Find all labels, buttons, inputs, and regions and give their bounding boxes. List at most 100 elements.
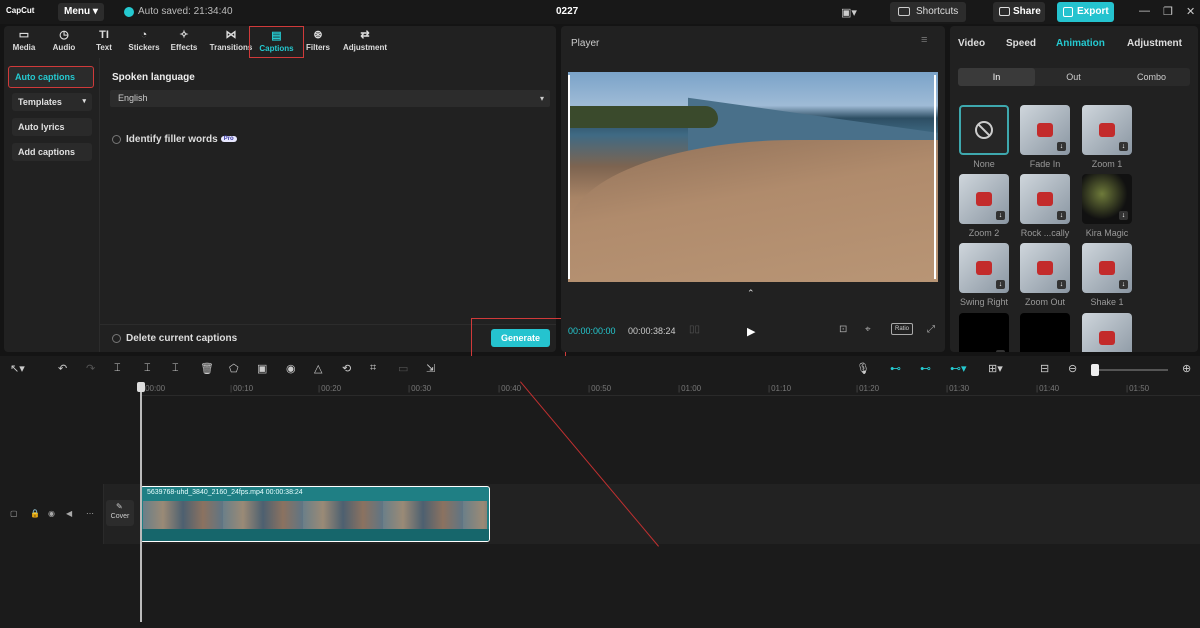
delete-captions-option[interactable]: Delete current captions — [112, 333, 237, 344]
chevron-down-icon: ▾ — [82, 98, 86, 105]
rotate-icon[interactable]: ⟲ — [342, 362, 351, 375]
playhead[interactable] — [137, 382, 145, 622]
auto-reframe-icon[interactable]: ⇲ — [426, 362, 435, 375]
export-icon — [1063, 7, 1073, 17]
delete-captions-checkbox[interactable] — [112, 334, 121, 343]
microphone-icon[interactable]: 🎙 — [856, 362, 870, 375]
linkage-icon[interactable]: ⊷▾ — [950, 362, 967, 375]
animation-item[interactable]: ↓ — [959, 313, 1009, 352]
collapse-icon[interactable]: ⌃ — [747, 288, 755, 299]
zoom-in-icon[interactable]: ⊕ — [1182, 362, 1191, 375]
tab-video[interactable]: Video — [958, 38, 985, 49]
tool-adjustment[interactable]: ⇄ Adjustment — [340, 29, 390, 52]
media-icon: ▭ — [18, 29, 30, 41]
effects-icon: ✧ — [179, 29, 189, 41]
split-right-icon[interactable]: ⌶ — [172, 362, 179, 375]
segment-in[interactable]: In — [958, 68, 1035, 86]
crop-handle-left[interactable] — [568, 75, 571, 279]
tool-text[interactable]: TI Text — [84, 29, 124, 52]
select-tool-icon[interactable]: ↖▾ — [10, 362, 25, 375]
undo-icon[interactable]: ↶ — [58, 362, 67, 375]
fullscreen-preview-icon[interactable]: ⊡ — [839, 324, 847, 335]
animation-shake-1[interactable]: ↓ Shake 1 — [1082, 243, 1132, 307]
timecode-grid-icon: ▯▯ — [689, 324, 701, 335]
minimize-icon[interactable]: — — [1139, 5, 1150, 17]
video-preview[interactable] — [568, 72, 938, 282]
captions-track-icon[interactable]: ⊟ — [1040, 362, 1049, 375]
subnav-auto-lyrics[interactable]: Auto lyrics — [12, 118, 92, 136]
title-bar: CapCut Menu ▾ Auto saved: 21:34:40 0227 … — [0, 0, 1200, 24]
cover-button[interactable]: Cover — [106, 500, 134, 526]
animation-type-switch: In Out Combo — [958, 68, 1190, 86]
main-track-magnet-icon[interactable]: ⊷ — [890, 362, 901, 375]
expand-icon[interactable]: ⤢ — [927, 324, 935, 335]
zoom-out-icon[interactable]: ⊖ — [1068, 362, 1077, 375]
menu-button[interactable]: Menu ▾ — [58, 3, 104, 21]
freeze-icon[interactable]: ▣ — [257, 362, 267, 375]
video-clip[interactable]: 5639768-uhd_3840_2160_24fps.mp4 00:00:38… — [140, 486, 490, 542]
ratio-button[interactable]: Ratio — [891, 323, 913, 335]
mirror-icon[interactable]: △ — [314, 362, 322, 375]
animation-zoom-out[interactable]: ↓ Zoom Out — [1020, 243, 1070, 307]
tool-filters[interactable]: ⊛ Filters — [298, 29, 338, 52]
tab-animation[interactable]: Animation — [1056, 38, 1105, 49]
download-icon: ↓ — [1119, 211, 1128, 220]
animation-zoom-2[interactable]: ↓ Zoom 2 — [959, 174, 1009, 238]
maximize-icon[interactable]: ❐ — [1163, 5, 1173, 18]
lock-icon[interactable]: 🔒 — [30, 509, 40, 518]
crop-icon[interactable]: ⌗ — [370, 362, 376, 375]
split-left-icon[interactable]: ⌶ — [144, 362, 151, 375]
animation-rock[interactable]: ↓ Rock ...cally — [1020, 174, 1070, 238]
play-icon[interactable]: ▶ — [747, 325, 755, 338]
animation-item[interactable] — [1082, 313, 1132, 352]
reverse-icon[interactable]: ◉ — [286, 362, 296, 375]
filler-words-checkbox[interactable] — [112, 135, 121, 144]
player-menu-icon[interactable]: ≡ — [921, 34, 927, 46]
tool-transitions[interactable]: ⋈ Transitions — [208, 29, 254, 52]
subnav-add-captions[interactable]: Add captions — [12, 143, 92, 161]
tool-effects[interactable]: ✧ Effects — [164, 29, 204, 52]
delete-icon[interactable]: 🗑 — [200, 362, 214, 375]
tab-speed[interactable]: Speed — [1006, 38, 1036, 49]
crop-handle-right[interactable] — [934, 75, 937, 279]
animation-fade-in[interactable]: ↓ Fade In — [1020, 105, 1070, 169]
close-icon[interactable]: ✕ — [1186, 5, 1195, 18]
time-ruler[interactable]: 00:00 00:10 00:20 00:30 00:40 00:50 01:0… — [140, 380, 1200, 396]
export-button[interactable]: Export — [1057, 2, 1114, 22]
volume-icon[interactable]: ◀ — [66, 509, 72, 518]
share-button[interactable]: Share — [993, 2, 1045, 22]
eye-icon[interactable]: ◉ — [48, 509, 55, 518]
subnav-auto-captions[interactable]: Auto captions — [8, 66, 94, 88]
project-title[interactable]: 0227 — [556, 6, 578, 17]
tool-audio[interactable]: ◷ Audio — [44, 29, 84, 52]
captions-panel: ▭ Media ◷ Audio TI Text ◔ Stickers ✧ Effects … — [4, 26, 556, 352]
redo-icon[interactable]: ↷ — [86, 362, 95, 375]
marker-icon[interactable]: ⬠ — [229, 362, 239, 375]
animation-swing-right[interactable]: ↓ Swing Right — [959, 243, 1009, 307]
animation-item[interactable] — [1020, 313, 1070, 352]
tool-stickers[interactable]: ◔ Stickers — [124, 29, 164, 52]
layout-icon[interactable]: ▣▾ — [841, 6, 857, 19]
tool-captions[interactable]: ▤ Captions — [249, 26, 304, 58]
auto-snap-icon[interactable]: ⊷ — [920, 362, 931, 375]
mask-icon[interactable]: ▭ — [398, 362, 408, 375]
animation-zoom-1[interactable]: ↓ Zoom 1 — [1082, 105, 1132, 169]
media-toolbar: ▭ Media ◷ Audio TI Text ◔ Stickers ✧ Effects … — [4, 26, 556, 58]
segment-combo[interactable]: Combo — [1113, 68, 1190, 86]
focus-icon[interactable]: ⌖ — [865, 324, 871, 335]
subnav-templates[interactable]: Templates ▾ — [12, 93, 92, 111]
segment-out[interactable]: Out — [1035, 68, 1112, 86]
shortcuts-button[interactable]: Shortcuts — [890, 2, 966, 22]
filler-words-option[interactable]: Identify filler words Pro — [112, 134, 237, 145]
animation-none[interactable]: None — [959, 105, 1009, 169]
tool-media[interactable]: ▭ Media — [4, 29, 44, 52]
preview-axis-icon[interactable]: ⊞▾ — [988, 362, 1003, 375]
more-icon[interactable]: ⋯ — [86, 509, 94, 518]
language-select[interactable]: English ▾ — [110, 90, 550, 107]
tab-adjustment[interactable]: Adjustment — [1127, 38, 1182, 49]
track-toggle-icon[interactable]: ▢ — [10, 509, 18, 518]
split-icon[interactable]: ⌶ — [114, 362, 121, 375]
player-panel: Player ≡ ⌃ 00:00:00:00 00:00:38:24 ▯▯ ▶ … — [561, 26, 945, 352]
zoom-slider[interactable] — [1091, 364, 1168, 376]
animation-kira-magic[interactable]: ↓ Kira Magic — [1082, 174, 1132, 238]
